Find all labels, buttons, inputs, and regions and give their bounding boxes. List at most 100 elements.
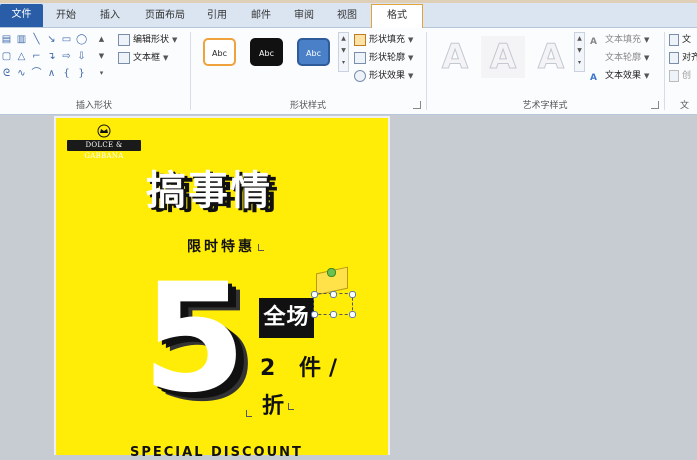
textbox-shape-icon[interactable]: ▤ (1, 34, 12, 45)
freeform-shape-icon[interactable]: ᘓ (1, 68, 12, 79)
shape-fill-label: 形状填充 (369, 35, 406, 45)
wordart-styles-scroll[interactable]: ▲ ▼ ▾ (574, 32, 585, 72)
create-link-button[interactable]: 创 (669, 68, 691, 84)
gallery-scroll-up-icon[interactable]: ▲ (96, 34, 107, 45)
shape-style-black-fill[interactable]: Abc (250, 38, 283, 66)
boxed-text-all[interactable]: 全场 (259, 298, 314, 338)
vertical-textbox-shape-icon[interactable]: ▥ (16, 34, 27, 45)
tab-review[interactable]: 审阅 (287, 5, 321, 27)
shape-effects-label: 形状效果 (369, 71, 406, 81)
text-box-button[interactable]: 文本框 ▼ (118, 50, 168, 66)
right-arrow-shape-icon[interactable]: ⇨ (61, 51, 72, 62)
paragraph-mark-icon (288, 403, 294, 410)
arc-shape-icon[interactable]: ∧ (46, 68, 57, 79)
scroll-down-icon[interactable]: ▼ (339, 45, 348, 57)
arrow-line-shape-icon[interactable]: ↘ (46, 34, 57, 45)
chevron-down-icon: ▼ (408, 72, 414, 80)
gallery-more-icon[interactable]: ▾ (96, 68, 107, 79)
oval-shape-icon[interactable]: ◯ (76, 34, 87, 45)
shape-effects-button[interactable]: 形状效果 ▼ (354, 68, 413, 84)
shape-outline-label: 形状轮廓 (369, 53, 406, 63)
chevron-down-icon: ▼ (644, 54, 650, 62)
tab-view[interactable]: 视图 (330, 5, 364, 27)
text-outline-button[interactable]: 文本轮廓 ▼ (590, 50, 649, 66)
paragraph-mark-icon (246, 410, 252, 417)
more-styles-icon[interactable]: ▾ (339, 57, 348, 69)
group-separator (426, 32, 427, 110)
scroll-up-icon[interactable]: ▲ (339, 33, 348, 45)
curve-shape-icon[interactable]: ⌒ (31, 68, 42, 79)
crown-icon (97, 124, 111, 138)
tab-insert[interactable]: 插入 (92, 5, 128, 27)
dialog-launcher-icon[interactable] (651, 101, 659, 109)
text-direction-button[interactable]: 文 (669, 32, 691, 48)
group-separator (664, 32, 665, 110)
resize-handle-bottom-right[interactable] (349, 311, 356, 318)
poster-headline[interactable]: 搞事情 (146, 158, 272, 216)
elbow-arrow-shape-icon[interactable]: ↴ (46, 51, 57, 62)
tab-page-layout[interactable]: 页面布局 (138, 5, 192, 27)
resize-handle-top-left[interactable] (311, 291, 318, 298)
line-shape-icon[interactable]: ╲ (31, 34, 42, 45)
create-link-label: 创 (682, 71, 692, 81)
group-label-shape-styles: 形状样式 (289, 101, 326, 111)
dialog-launcher-icon[interactable] (413, 101, 421, 109)
tab-home[interactable]: 开始 (48, 5, 84, 27)
text-fill-label: 文本填充 (605, 35, 642, 45)
down-arrow-shape-icon[interactable]: ⇩ (76, 51, 87, 62)
triangle-shape-icon[interactable]: △ (16, 51, 27, 62)
rectangle-shape-icon[interactable]: ▭ (61, 34, 72, 45)
align-text-button[interactable]: 对齐 (669, 50, 697, 66)
tab-file[interactable]: 文件 (0, 4, 43, 27)
shape-fill-button[interactable]: 形状填充 ▼ (354, 32, 413, 48)
poster-line-pieces[interactable]: 2 件/ (260, 350, 345, 382)
tab-references[interactable]: 引用 (200, 5, 234, 27)
resize-handle-top-right[interactable] (349, 291, 356, 298)
poster-line-discount[interactable]: 折 (262, 388, 284, 420)
wordart-style-outline[interactable]: A (433, 36, 477, 78)
text-direction-label: 文 (682, 35, 692, 45)
wordart-style-gray[interactable]: A (481, 36, 525, 78)
shape-style-orange-outline[interactable]: Abc (203, 38, 236, 66)
poster-footer[interactable]: SPECIAL DISCOUNT (130, 445, 303, 460)
left-brace-shape-icon[interactable]: { (61, 68, 72, 79)
group-label-insert-shapes: 插入形状 (75, 101, 112, 111)
group-shape-styles: Abc Abc Abc ▲ ▼ ▾ 形状填充 ▼ 形状轮廓 ▼ 形状效果 ▼ 形状样式 (192, 28, 424, 114)
text-effects-button[interactable]: A 文本效果 ▼ (590, 68, 649, 84)
gallery-scroll-down-icon[interactable]: ▼ (96, 51, 107, 62)
tab-mailings[interactable]: 邮件 (244, 5, 278, 27)
edit-shape-label: 编辑形状 (133, 35, 170, 45)
tab-format[interactable]: 格式 (371, 4, 423, 28)
elbow-connector-shape-icon[interactable]: ⌐ (31, 51, 42, 62)
align-text-icon (669, 51, 679, 64)
group-text: 文 对齐 创 文 (666, 28, 697, 114)
paint-bucket-icon (354, 33, 366, 46)
shape-styles-scroll[interactable]: ▲ ▼ ▾ (338, 32, 349, 72)
group-label-wordart-styles: 艺术字样式 (522, 101, 568, 111)
resize-handle-top[interactable] (330, 291, 337, 298)
text-box-label: 文本框 (133, 53, 161, 63)
big-number-five[interactable]: 5 (142, 264, 246, 414)
shape-style-blue-fill[interactable]: Abc (297, 38, 330, 66)
text-outline-icon (590, 52, 602, 64)
edit-shape-button[interactable]: 编辑形状 ▼ (118, 32, 177, 48)
resize-handle-bottom[interactable] (330, 311, 337, 318)
chevron-down-icon: ▼ (408, 54, 414, 62)
rounded-rect-shape-icon[interactable]: ▢ (1, 51, 12, 62)
shape-outline-button[interactable]: 形状轮廓 ▼ (354, 50, 413, 66)
scroll-up-icon[interactable]: ▲ (575, 33, 584, 45)
group-label-text: 文 (680, 101, 690, 111)
rotation-handle[interactable] (327, 268, 336, 277)
text-fill-button[interactable]: A 文本填充 ▼ (590, 32, 649, 48)
wordart-style-light[interactable]: A (529, 36, 573, 78)
chevron-down-icon: ▼ (644, 72, 650, 80)
text-fill-icon: A (590, 36, 597, 47)
right-brace-shape-icon[interactable]: } (76, 68, 87, 79)
shapes-gallery[interactable]: ▤ ▥ ╲ ↘ ▭ ◯ ▢ △ ⌐ ↴ ⇨ ⇩ ᘓ ∿ ⌒ ∧ { } ▲ ▼ … (1, 32, 109, 84)
group-separator (190, 32, 191, 110)
scroll-down-icon[interactable]: ▼ (575, 45, 584, 57)
scribble-shape-icon[interactable]: ∿ (16, 68, 27, 79)
more-styles-icon[interactable]: ▾ (575, 57, 584, 69)
ribbon: ▤ ▥ ╲ ↘ ▭ ◯ ▢ △ ⌐ ↴ ⇨ ⇩ ᘓ ∿ ⌒ ∧ { } ▲ ▼ … (0, 28, 697, 115)
resize-handle-bottom-left[interactable] (311, 311, 318, 318)
